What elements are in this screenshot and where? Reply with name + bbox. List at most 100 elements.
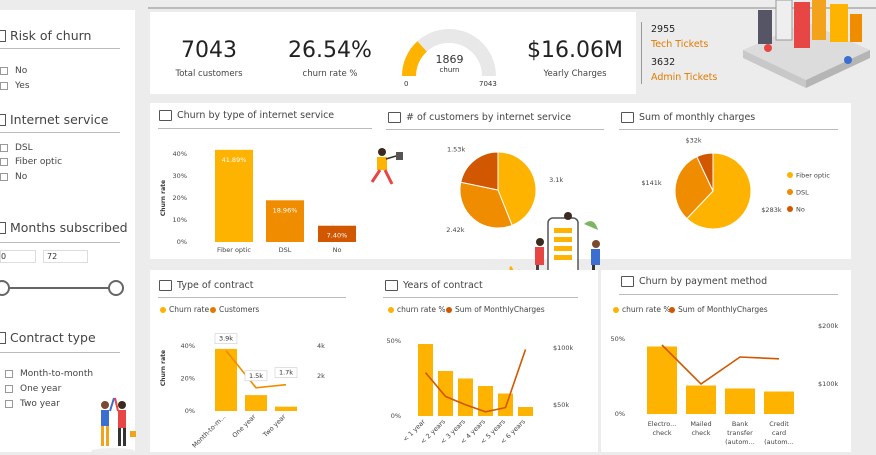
internet-option-fiber[interactable]: Fiber optic <box>0 157 62 167</box>
yearly-charges-label: Yearly Charges <box>543 69 607 79</box>
panel3-title: Sum of monthly charges <box>621 112 755 123</box>
checkbox[interactable] <box>0 82 8 90</box>
legend-swatch <box>388 306 394 313</box>
contract-option-two-year[interactable]: Two year <box>5 399 60 409</box>
data-label: $32k <box>685 136 701 144</box>
data-label: 7.40% <box>327 232 348 240</box>
data-label: $141k <box>641 179 662 187</box>
divider <box>619 129 838 130</box>
x-tick-label: card <box>772 429 786 437</box>
contract-option-one-year[interactable]: One year <box>5 384 61 394</box>
months-filter-title: Months subscribed <box>0 220 128 235</box>
chart-internet-churn: Churn rate 0% 10% 20% 30% 40% 41.89% Fiber opti… <box>160 149 356 254</box>
months-slider-min-handle[interactable] <box>0 280 10 296</box>
bar <box>438 371 453 416</box>
kpi-panel: 7043 Total customers 26.54% churn rate %… <box>150 12 636 94</box>
y-tick-label: 50% <box>387 337 401 345</box>
divider <box>386 129 604 130</box>
tech-tickets-count: 2955 <box>651 24 676 35</box>
data-label: 3.1k <box>549 176 563 184</box>
data-label: 1.53k <box>447 146 465 154</box>
x-tick-label: (autom... <box>725 438 755 446</box>
divider <box>383 297 578 298</box>
checkbox[interactable] <box>5 385 13 393</box>
x-tick-label: transfer <box>727 429 753 437</box>
gauge-max: 7043 <box>479 80 497 88</box>
bar <box>764 391 794 414</box>
divider <box>0 48 120 49</box>
y-tick-label: 40% <box>173 150 187 158</box>
internet-option-dsl[interactable]: DSL <box>0 143 33 153</box>
legend-swatch <box>446 306 452 313</box>
divider <box>158 297 346 298</box>
legend-churn-rate: churn rate % <box>388 305 445 314</box>
checkbox[interactable] <box>5 400 13 408</box>
contract-option-monthly[interactable]: Month-to-month <box>5 369 93 379</box>
bar <box>215 348 237 411</box>
filter-icon <box>0 29 6 42</box>
x-tick-label: check <box>652 429 671 437</box>
risk-option-yes[interactable]: Yes <box>0 81 30 91</box>
bar <box>275 406 297 411</box>
filter-icon <box>0 221 6 234</box>
panel1-title: Churn by type of internet service <box>159 110 334 121</box>
panel2-title: # of customers by internet service <box>388 112 571 123</box>
churn-gauge: 1869 churn 0 7043 <box>391 18 508 94</box>
risk-filter-title: Risk of churn <box>0 28 91 43</box>
y2-tick-label: $100k <box>553 344 574 352</box>
x-tick-label: (autom... <box>764 438 794 446</box>
months-min-input[interactable]: 0 <box>0 250 36 263</box>
legend-swatch <box>787 189 793 195</box>
x-tick-label: Two year <box>261 413 288 440</box>
chart-icon <box>159 280 172 291</box>
months-slider-max-handle[interactable] <box>108 280 124 296</box>
divider <box>158 128 372 129</box>
line-series <box>661 344 780 386</box>
data-label: 3.9k <box>219 335 233 343</box>
legend-monthly-charges: Sum of MonthlyCharges <box>669 305 768 314</box>
checkbox[interactable] <box>0 67 8 75</box>
gauge-min: 0 <box>404 80 409 88</box>
legend-swatch <box>160 306 166 313</box>
x-tick-label: Month-to-m... <box>190 413 227 450</box>
legend-swatch <box>669 306 675 313</box>
x-tick-label: Fiber optic <box>217 246 251 254</box>
legend-swatch <box>787 206 793 212</box>
bar <box>725 388 755 414</box>
churn-rate-value: 26.54% <box>288 38 372 63</box>
data-label: 1.7k <box>279 369 293 377</box>
internet-option-no[interactable]: No <box>0 172 27 182</box>
y2-tick-label: $200k <box>818 322 839 330</box>
months-max-input[interactable]: 72 <box>43 250 88 263</box>
checkbox[interactable] <box>0 144 8 152</box>
city-illustration <box>743 0 870 88</box>
runner-illustration <box>370 148 403 185</box>
bar <box>518 407 533 416</box>
x-tick-label: Electro... <box>648 420 677 428</box>
months-slider-track[interactable] <box>2 287 115 289</box>
bar <box>686 385 716 414</box>
checkbox[interactable] <box>0 173 8 181</box>
chart-contract: Churn rate 0% 20% 40% 2k 4k Month-to-m... One y… <box>160 333 325 450</box>
total-customers-label: Total customers <box>175 69 243 79</box>
chart-icon <box>621 276 634 287</box>
panel5-title: Years of contract <box>385 280 483 291</box>
y-axis-label: Churn rate <box>160 180 167 216</box>
churn-rate-label: churn rate % <box>302 69 358 79</box>
risk-option-no[interactable]: No <box>0 66 27 76</box>
bar <box>458 378 473 416</box>
legend-churn-rate: churn rate % <box>613 305 670 314</box>
filter-icon <box>0 113 6 126</box>
checkbox[interactable] <box>0 158 8 166</box>
legend-swatch <box>787 172 793 178</box>
contract-filter-title: Contract type <box>0 330 96 345</box>
legend-swatch <box>210 306 216 313</box>
yearly-charges-value: $16.06M <box>527 38 623 63</box>
data-label: 41.89% <box>222 156 247 164</box>
data-label: 1.5k <box>249 372 263 380</box>
checkbox[interactable] <box>5 370 13 378</box>
chart-icon <box>621 112 634 123</box>
chart-years-contract: 0%50%$50k$100k< 1 year< 2 years< 3 years… <box>387 337 574 446</box>
legend-swatch <box>613 306 619 313</box>
internet-filter-title: Internet service <box>0 112 108 127</box>
